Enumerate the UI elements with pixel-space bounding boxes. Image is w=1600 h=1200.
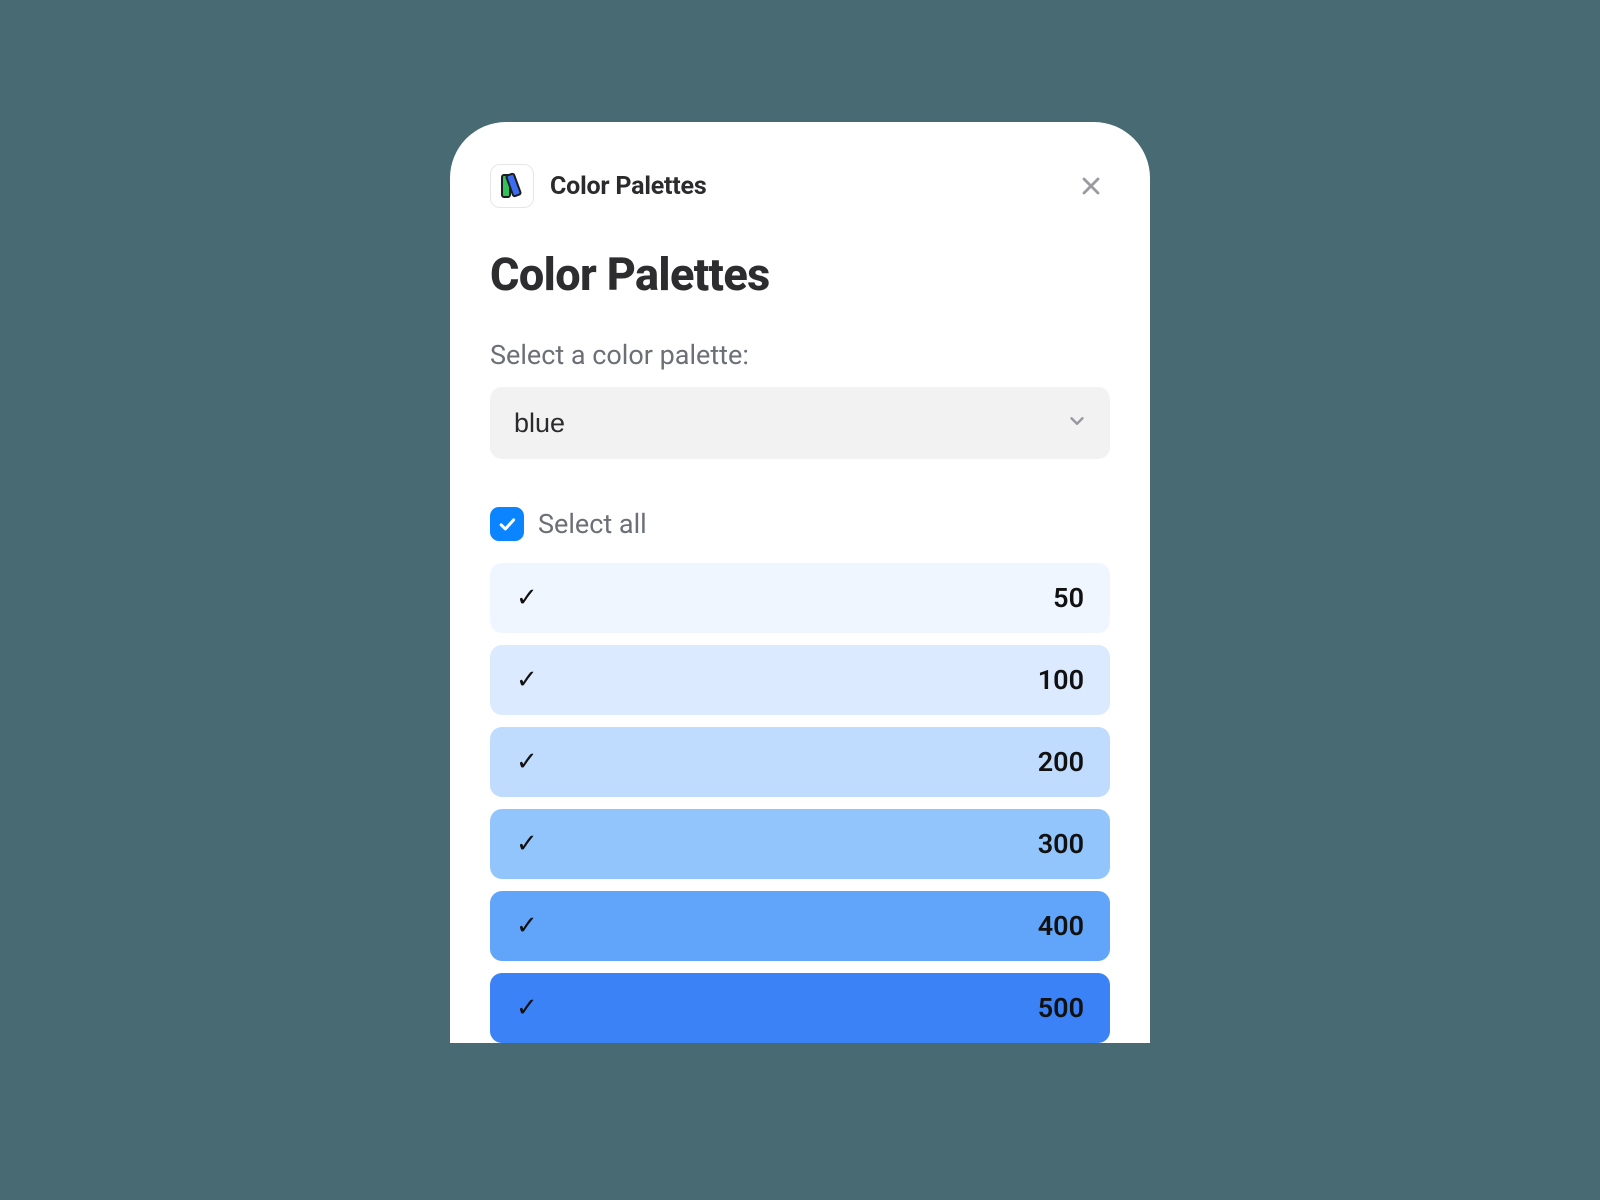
panel-header: Color Palettes bbox=[490, 164, 1110, 208]
swatch-row[interactable]: ✓ 500 bbox=[490, 973, 1110, 1043]
swatch-row[interactable]: ✓ 400 bbox=[490, 891, 1110, 961]
check-icon bbox=[497, 514, 517, 534]
palette-select-label: Select a color palette: bbox=[490, 339, 1110, 371]
check-icon: ✓ bbox=[516, 585, 538, 611]
page-title: Color Palettes bbox=[490, 248, 1110, 301]
swatch-row[interactable]: ✓ 300 bbox=[490, 809, 1110, 879]
swatch-row[interactable]: ✓ 50 bbox=[490, 563, 1110, 633]
select-all-row: Select all bbox=[490, 507, 1110, 541]
palette-select-wrap: blue bbox=[490, 387, 1110, 459]
check-icon: ✓ bbox=[516, 667, 538, 693]
select-all-checkbox[interactable] bbox=[490, 507, 524, 541]
close-icon bbox=[1079, 174, 1103, 198]
swatch-label: 100 bbox=[1038, 664, 1084, 696]
swatch-row[interactable]: ✓ 200 bbox=[490, 727, 1110, 797]
app-icon bbox=[490, 164, 534, 208]
header-title: Color Palettes bbox=[550, 172, 707, 201]
swatch-label: 400 bbox=[1038, 910, 1084, 942]
check-icon: ✓ bbox=[516, 831, 538, 857]
select-all-label: Select all bbox=[538, 508, 647, 540]
check-icon: ✓ bbox=[516, 995, 538, 1021]
swatch-list: ✓ 50 ✓ 100 ✓ 200 ✓ 300 ✓ 400 ✓ 500 bbox=[490, 563, 1110, 1043]
swatch-label: 200 bbox=[1038, 746, 1084, 778]
swatch-label: 50 bbox=[1053, 582, 1084, 614]
check-icon: ✓ bbox=[516, 749, 538, 775]
check-icon: ✓ bbox=[516, 913, 538, 939]
swatch-label: 300 bbox=[1038, 828, 1084, 860]
close-button[interactable] bbox=[1072, 167, 1110, 205]
swatch-label: 500 bbox=[1038, 992, 1084, 1024]
palette-select[interactable]: blue bbox=[490, 387, 1110, 459]
swatch-row[interactable]: ✓ 100 bbox=[490, 645, 1110, 715]
color-palettes-panel: Color Palettes Color Palettes Select a c… bbox=[450, 122, 1150, 1043]
